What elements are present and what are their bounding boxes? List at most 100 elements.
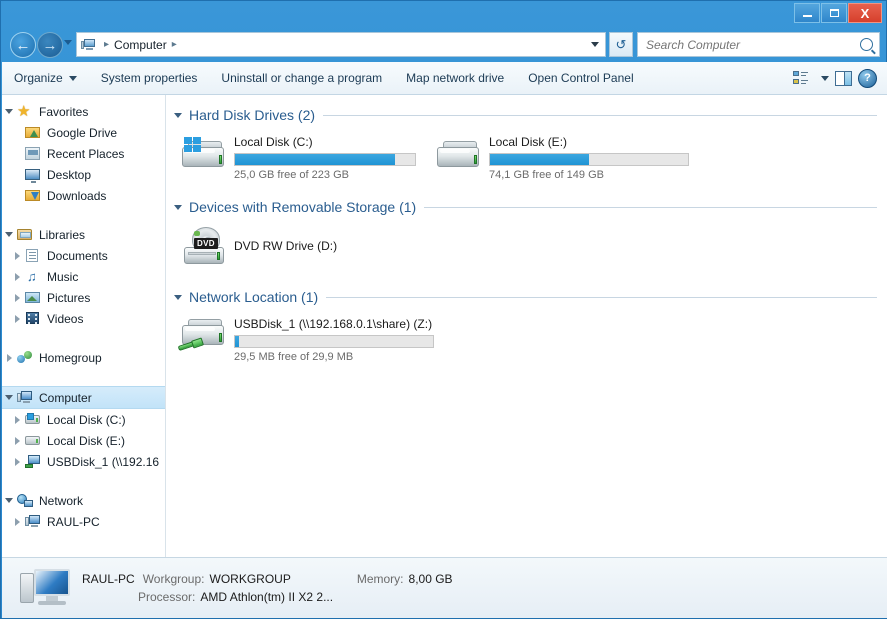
drive-item-usbdisk-z[interactable]: USBDisk_1 (\\192.168.0.1\share) (Z:) 29,… bbox=[178, 313, 434, 363]
sidebar-item-libraries[interactable]: Libraries bbox=[2, 224, 165, 245]
maximize-button[interactable] bbox=[821, 3, 847, 23]
details-pane: RAUL-PC Workgroup: WORKGROUP Memory: 8,0… bbox=[2, 557, 887, 618]
uninstall-or-change-program-button[interactable]: Uninstall or change a program bbox=[209, 62, 394, 95]
title-bar: X bbox=[1, 1, 886, 29]
pictures-icon bbox=[24, 290, 42, 306]
address-bar[interactable]: ▸ Computer ▸ bbox=[76, 32, 606, 57]
forward-button[interactable]: → bbox=[37, 32, 63, 58]
section-header-removable-storage[interactable]: Devices with Removable Storage (1) bbox=[166, 195, 887, 219]
sidebar-label: Downloads bbox=[47, 188, 107, 203]
sidebar-item-usbdisk-z[interactable]: USBDisk_1 (\\192.16 bbox=[2, 451, 165, 472]
expander-closed-icon[interactable] bbox=[10, 272, 24, 281]
sidebar-item-computer[interactable]: Computer bbox=[2, 386, 165, 409]
back-button[interactable]: ← bbox=[10, 32, 36, 58]
organize-menu[interactable]: Organize bbox=[2, 62, 89, 95]
processor-value: AMD Athlon(tm) II X2 2... bbox=[200, 590, 334, 604]
sidebar-item-downloads[interactable]: Downloads bbox=[2, 185, 165, 206]
sidebar-group-homegroup: Homegroup bbox=[2, 347, 165, 368]
sidebar-item-local-disk-e[interactable]: Local Disk (E:) bbox=[2, 430, 165, 451]
drive-info: Local Disk (C:) 25,0 GB free of 223 GB bbox=[234, 131, 416, 181]
expander-closed-icon[interactable] bbox=[10, 415, 24, 424]
open-control-panel-button[interactable]: Open Control Panel bbox=[516, 62, 645, 95]
expander-closed-icon[interactable] bbox=[10, 314, 24, 323]
sidebar-item-network[interactable]: Network bbox=[2, 490, 165, 511]
expander-closed-icon[interactable] bbox=[10, 436, 24, 445]
workgroup-label: Workgroup: bbox=[142, 572, 205, 586]
command-toolbar: Organize System properties Uninstall or … bbox=[2, 62, 887, 95]
sidebar-label: Music bbox=[47, 269, 79, 284]
drive-name: Local Disk (C:) bbox=[234, 135, 313, 149]
history-dropdown-icon[interactable] bbox=[64, 40, 72, 45]
drive-info: USBDisk_1 (\\192.168.0.1\share) (Z:) 29,… bbox=[234, 313, 434, 363]
drive-name: USBDisk_1 (\\192.168.0.1\share) (Z:) bbox=[234, 317, 433, 331]
system-properties-button[interactable]: System properties bbox=[89, 62, 210, 95]
drive-item-local-disk-e[interactable]: Local Disk (E:) 74,1 GB free of 149 GB bbox=[433, 131, 689, 181]
expander-open-icon[interactable] bbox=[2, 109, 16, 114]
sidebar-item-pictures[interactable]: Pictures bbox=[2, 287, 165, 308]
chevron-down-icon bbox=[68, 75, 77, 81]
expander-closed-icon[interactable] bbox=[10, 251, 24, 260]
map-network-drive-button[interactable]: Map network drive bbox=[394, 62, 516, 95]
drive-item-dvd-rw-d[interactable]: DVD DVD RW Drive (D:) bbox=[178, 223, 433, 271]
sidebar-label: Videos bbox=[47, 311, 84, 326]
organize-label: Organize bbox=[14, 71, 63, 85]
help-icon[interactable]: ? bbox=[858, 68, 877, 88]
sidebar-label: Documents bbox=[47, 248, 108, 263]
expander-closed-icon[interactable] bbox=[10, 293, 24, 302]
drive-name: DVD RW Drive (D:) bbox=[234, 239, 338, 253]
search-box[interactable] bbox=[637, 32, 880, 57]
address-dropdown-icon[interactable] bbox=[591, 42, 599, 47]
sidebar-item-favorites[interactable]: ★ Favorites bbox=[2, 101, 165, 122]
close-button[interactable]: X bbox=[848, 3, 882, 23]
sidebar-label: Recent Places bbox=[47, 146, 125, 161]
sidebar-item-google-drive[interactable]: Google Drive bbox=[2, 122, 165, 143]
expander-open-icon[interactable] bbox=[2, 232, 16, 237]
downloads-folder-icon bbox=[24, 188, 42, 204]
sidebar-label: Local Disk (C:) bbox=[47, 412, 126, 427]
expander-closed-icon[interactable] bbox=[2, 353, 16, 362]
sidebar-item-documents[interactable]: Documents bbox=[2, 245, 165, 266]
breadcrumb-separator-icon-2[interactable]: ▸ bbox=[172, 39, 177, 50]
sidebar-item-desktop[interactable]: Desktop bbox=[2, 164, 165, 185]
sidebar-item-videos[interactable]: Videos bbox=[2, 308, 165, 329]
collapse-icon[interactable] bbox=[174, 204, 182, 210]
sidebar-item-recent-places[interactable]: Recent Places bbox=[2, 143, 165, 164]
search-input[interactable] bbox=[644, 36, 860, 53]
minimize-button[interactable] bbox=[794, 3, 820, 23]
preview-pane-icon[interactable] bbox=[835, 70, 852, 86]
section-header-network-location[interactable]: Network Location (1) bbox=[166, 285, 887, 309]
processor-label: Processor: bbox=[138, 590, 196, 604]
expander-closed-icon[interactable] bbox=[10, 517, 24, 526]
collapse-icon[interactable] bbox=[174, 294, 182, 300]
drive-item-local-disk-c[interactable]: Local Disk (C:) 25,0 GB free of 223 GB bbox=[178, 131, 433, 181]
minimize-icon bbox=[802, 15, 812, 17]
desktop-icon bbox=[24, 167, 42, 183]
navigation-pane[interactable]: ★ Favorites Google Drive Recent Places D bbox=[2, 95, 166, 557]
sidebar-item-raul-pc[interactable]: RAUL-PC bbox=[2, 511, 165, 532]
expander-closed-icon[interactable] bbox=[10, 457, 24, 466]
collapse-icon[interactable] bbox=[174, 112, 182, 118]
file-list-pane[interactable]: Hard Disk Drives (2) Local Disk (C:) 25,… bbox=[166, 95, 887, 557]
expander-open-icon[interactable] bbox=[2, 395, 16, 400]
drive-info: DVD RW Drive (D:) bbox=[234, 223, 337, 257]
music-note-icon: ♫ bbox=[27, 268, 37, 284]
section-title: Network Location (1) bbox=[189, 289, 319, 305]
capacity-fill bbox=[235, 154, 396, 165]
section-divider bbox=[323, 114, 877, 116]
network-drive-icon bbox=[178, 313, 234, 361]
sidebar-item-music[interactable]: ♫ Music bbox=[2, 266, 165, 287]
sidebar-item-local-disk-c[interactable]: Local Disk (C:) bbox=[2, 409, 165, 430]
refresh-button[interactable]: ↺ bbox=[609, 32, 633, 57]
drive-group-hard-disks: Local Disk (C:) 25,0 GB free of 223 GB L… bbox=[166, 127, 887, 187]
expander-open-icon[interactable] bbox=[2, 498, 16, 503]
breadcrumb-computer[interactable]: Computer bbox=[114, 38, 167, 52]
hard-drive-icon bbox=[433, 131, 489, 179]
section-divider bbox=[326, 296, 877, 298]
change-view-icon[interactable] bbox=[793, 71, 809, 85]
view-chevron-down-icon[interactable] bbox=[821, 75, 829, 81]
sidebar-item-homegroup[interactable]: Homegroup bbox=[2, 347, 165, 368]
section-header-hard-disk-drives[interactable]: Hard Disk Drives (2) bbox=[166, 103, 887, 127]
